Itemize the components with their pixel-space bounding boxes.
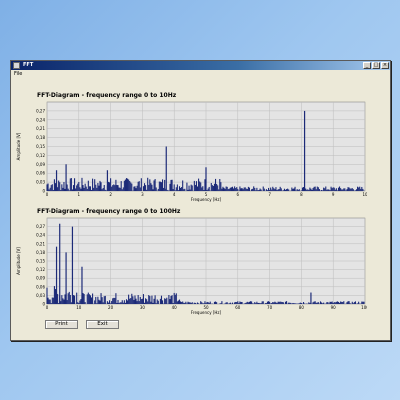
x-tick-label: 4: [173, 192, 176, 197]
x-tick-label: 9: [332, 192, 335, 197]
chart-title: FFT-Diagram - frequency range 0 to 100Hz: [37, 208, 181, 215]
y-tick-label: 0,27: [36, 224, 45, 229]
x-axis-label: Frequency [Hz]: [191, 310, 222, 315]
y-tick-label: 0,12: [36, 267, 45, 272]
minimize-button[interactable]: _: [363, 62, 371, 69]
y-tick-label: 0,18: [36, 250, 45, 255]
chart-100hz-svg: 010203040506070809010000,030,060,090,120…: [16, 217, 367, 315]
y-tick-label: 0,12: [36, 153, 45, 158]
y-tick-label: 0,27: [36, 108, 45, 113]
app-icon: [13, 62, 20, 69]
x-tick-label: 100: [361, 305, 367, 310]
y-tick-label: 0,09: [36, 276, 45, 281]
maximize-button[interactable]: □: [372, 62, 380, 69]
x-tick-label: 30: [140, 305, 146, 310]
y-tick-label: 0,24: [36, 117, 45, 122]
y-axis-label: Amplitude [V]: [16, 132, 21, 160]
y-tick-label: 0,21: [36, 126, 45, 131]
exit-button[interactable]: Exit: [86, 320, 119, 329]
menu-file[interactable]: File: [14, 71, 22, 77]
y-tick-label: 0,03: [36, 293, 45, 298]
fft-chart-100hz: FFT-Diagram - frequency range 0 to 100Hz…: [12, 208, 367, 320]
y-tick-label: 0,15: [36, 259, 45, 264]
x-tick-label: 90: [331, 305, 337, 310]
fft-chart-10hz: FFT-Diagram - frequency range 0 to 10Hz …: [12, 92, 367, 207]
x-tick-label: 0: [46, 305, 49, 310]
y-axis-label: Amplitude [V]: [16, 247, 21, 275]
close-button[interactable]: ×: [381, 62, 389, 69]
x-tick-label: 80: [299, 305, 305, 310]
y-tick-label: 0,21: [36, 241, 45, 246]
x-tick-label: 10: [76, 305, 82, 310]
x-tick-label: 70: [267, 305, 273, 310]
x-tick-label: 10: [362, 192, 367, 197]
x-axis-label: Frequency [Hz]: [191, 197, 222, 202]
chart-title: FFT-Diagram - frequency range 0 to 10Hz: [37, 92, 177, 99]
y-tick-label: 0,06: [36, 171, 45, 176]
x-tick-label: 8: [300, 192, 303, 197]
y-tick-label: 0,06: [36, 284, 45, 289]
title-bar[interactable]: FFT _ □ ×: [11, 61, 390, 70]
x-tick-label: 40: [172, 305, 178, 310]
x-tick-label: 6: [237, 192, 240, 197]
x-tick-label: 60: [235, 305, 241, 310]
chart-10hz-svg: 0 1 2 3 4 5 6 7 8 9 1000,030,060,090,120,150,180,2…: [16, 101, 367, 202]
x-tick-label: 1: [78, 192, 81, 197]
x-tick-label: 2: [109, 192, 112, 197]
y-tick-label: 0,09: [36, 162, 45, 167]
y-tick-label: 0,03: [36, 180, 45, 185]
x-tick-label: 7: [268, 192, 271, 197]
x-tick-label: 3: [141, 192, 144, 197]
print-button[interactable]: Print: [45, 320, 78, 329]
y-tick-label: 0,15: [36, 144, 45, 149]
x-tick-label: 20: [108, 305, 114, 310]
menu-bar: File: [11, 70, 390, 78]
y-tick-label: 0,18: [36, 135, 45, 140]
x-tick-label: 0: [46, 192, 49, 197]
y-tick-label: 0,24: [36, 233, 45, 238]
window-title: FFT: [23, 62, 34, 68]
